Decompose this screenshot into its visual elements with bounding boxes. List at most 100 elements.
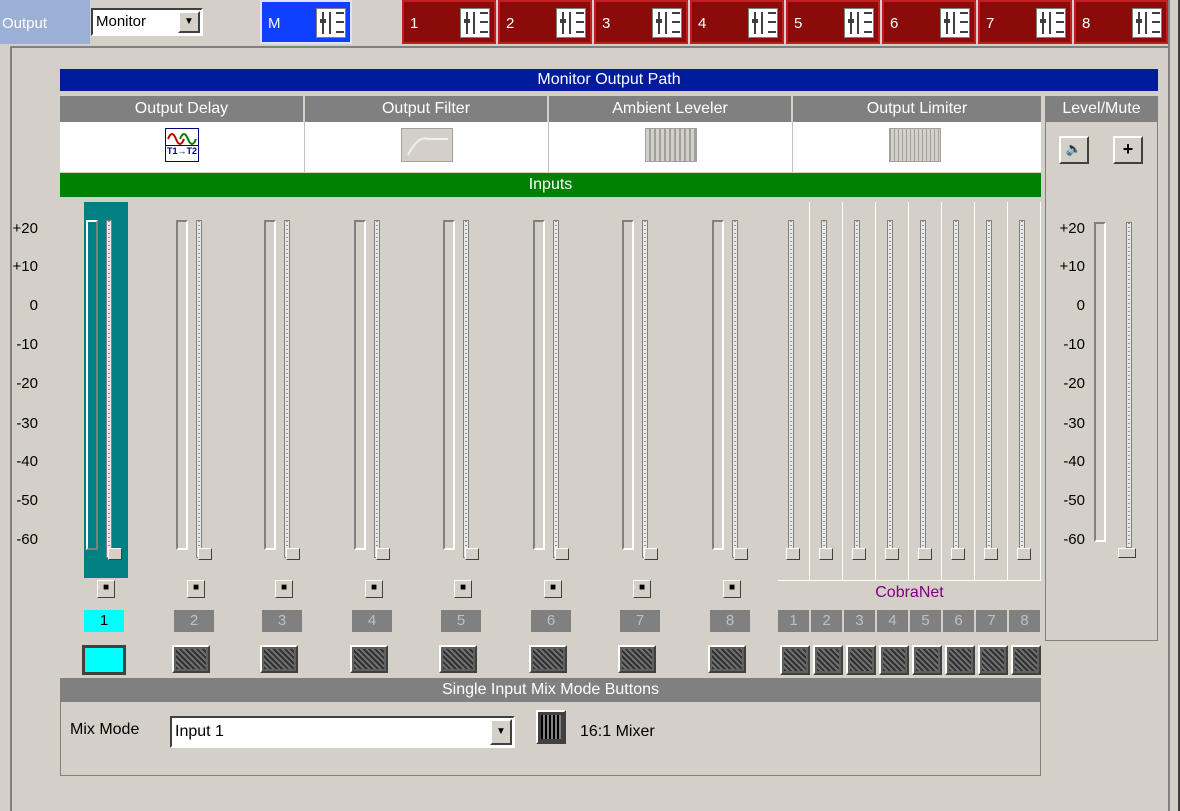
output-select[interactable]: Monitor ▼ — [91, 8, 203, 36]
speaker-icon[interactable]: 🔈 — [1059, 136, 1089, 164]
fader-knob[interactable] — [819, 548, 833, 560]
channel-number[interactable]: 7 — [620, 610, 660, 632]
channel-number[interactable]: 8 — [710, 610, 750, 632]
fader-slot[interactable] — [854, 220, 860, 558]
tab-output-2[interactable]: 2 — [498, 0, 592, 44]
fader-slot[interactable] — [887, 220, 893, 558]
fader-knob[interactable] — [984, 548, 998, 560]
chevron-down-icon[interactable]: ▼ — [178, 11, 200, 33]
fader-knob[interactable] — [108, 548, 122, 560]
channel-button[interactable]: ■ — [187, 580, 205, 598]
leveler-icon[interactable] — [645, 128, 697, 162]
channel-button[interactable]: ■ — [454, 580, 472, 598]
cobranet-channel-number[interactable]: 8 — [1009, 610, 1040, 632]
tab-output-8[interactable]: 8 — [1074, 0, 1168, 44]
channel-number[interactable]: 3 — [262, 610, 302, 632]
channel-button[interactable]: ■ — [544, 580, 562, 598]
channel-number[interactable]: 5 — [441, 610, 481, 632]
fader-knob[interactable] — [644, 548, 658, 560]
cobranet-channel-number[interactable]: 4 — [877, 610, 908, 632]
fader-knob[interactable] — [918, 548, 932, 560]
master-fader[interactable] — [1092, 218, 1136, 568]
fader-slot[interactable] — [821, 220, 827, 558]
stage-output-limiter[interactable]: Output Limiter — [793, 96, 1041, 122]
fader-knob[interactable] — [376, 548, 390, 560]
cobranet-mix-button[interactable] — [879, 645, 909, 675]
tab-monitor[interactable]: M — [260, 0, 352, 44]
fader-knob[interactable] — [734, 548, 748, 560]
channel-button[interactable]: ■ — [275, 580, 293, 598]
cobranet-channel-number[interactable]: 1 — [778, 610, 809, 632]
channel-number[interactable]: 4 — [352, 610, 392, 632]
channel-number[interactable]: 1 — [84, 610, 124, 632]
chevron-down-icon[interactable]: ▼ — [490, 719, 512, 745]
stage-output-filter[interactable]: Output Filter — [305, 96, 549, 122]
cobranet-mix-button[interactable] — [1011, 645, 1041, 675]
fader-slot[interactable] — [732, 220, 738, 558]
fader-knob[interactable] — [465, 548, 479, 560]
single-input-mix-button[interactable] — [618, 645, 656, 673]
channel-button[interactable]: ■ — [723, 580, 741, 598]
fader-slot[interactable] — [1019, 220, 1025, 558]
filter-curve-icon[interactable] — [401, 128, 453, 162]
mix-mode-select[interactable]: Input 1 ▼ — [170, 716, 515, 748]
tab-output-3[interactable]: 3 — [594, 0, 688, 44]
channel-button[interactable]: ■ — [365, 580, 383, 598]
channel-number[interactable]: 6 — [531, 610, 571, 632]
fader-slot[interactable] — [553, 220, 559, 558]
mixer-mode-button[interactable] — [536, 710, 566, 744]
single-input-mix-button[interactable] — [708, 645, 746, 673]
fader-slot[interactable] — [196, 220, 202, 558]
single-input-mix-button[interactable] — [260, 645, 298, 673]
fader-knob[interactable] — [198, 548, 212, 560]
cobranet-label: CobraNet — [778, 580, 1041, 604]
cobranet-mix-button[interactable] — [912, 645, 942, 675]
fader-knob[interactable] — [885, 548, 899, 560]
cobranet-channel-number[interactable]: 2 — [811, 610, 842, 632]
fader-knob[interactable] — [1017, 548, 1031, 560]
fader-slot[interactable] — [106, 220, 112, 558]
cobranet-channel-number[interactable]: 5 — [910, 610, 941, 632]
fader-slot[interactable] — [642, 220, 648, 558]
tab-output-5[interactable]: 5 — [786, 0, 880, 44]
fader-slot[interactable] — [463, 220, 469, 558]
fader-knob[interactable] — [951, 548, 965, 560]
cobranet-channel-number[interactable]: 3 — [844, 610, 875, 632]
tab-output-7[interactable]: 7 — [978, 0, 1072, 44]
channel-number[interactable]: 2 — [174, 610, 214, 632]
cobranet-mix-button[interactable] — [945, 645, 975, 675]
single-input-mix-button[interactable] — [439, 645, 477, 673]
channel-button[interactable]: ■ — [633, 580, 651, 598]
stage-ambient-leveler[interactable]: Ambient Leveler — [549, 96, 793, 122]
cobranet-channel-number[interactable]: 7 — [976, 610, 1007, 632]
single-input-mix-button[interactable] — [172, 645, 210, 673]
fader-slot[interactable] — [953, 220, 959, 558]
stage-output-delay[interactable]: Output Delay — [60, 96, 305, 122]
channel-button[interactable]: ■ — [97, 580, 115, 598]
fader-slot[interactable] — [374, 220, 380, 558]
cobranet-channel-number[interactable]: 6 — [943, 610, 974, 632]
tab-output-1[interactable]: 1 — [402, 0, 496, 44]
fader-slot[interactable] — [986, 220, 992, 558]
scrollbar-right[interactable] — [1168, 0, 1180, 811]
cobranet-mix-button[interactable] — [846, 645, 876, 675]
fader-knob[interactable] — [555, 548, 569, 560]
fader-knob[interactable] — [852, 548, 866, 560]
delay-icon[interactable]: T1→T2 — [165, 128, 199, 162]
fader-slot[interactable] — [788, 220, 794, 558]
single-input-mix-button[interactable] — [82, 645, 126, 675]
fader-slot[interactable] — [284, 220, 290, 558]
plus-icon[interactable]: + — [1113, 136, 1143, 164]
cobranet-mix-button[interactable] — [780, 645, 810, 675]
single-input-mix-button[interactable] — [350, 645, 388, 673]
fader-slot[interactable] — [920, 220, 926, 558]
cobranet-mix-button[interactable] — [813, 645, 843, 675]
master-fader-knob[interactable] — [1118, 548, 1136, 558]
tab-output-4[interactable]: 4 — [690, 0, 784, 44]
limiter-icon[interactable] — [889, 128, 941, 162]
fader-knob[interactable] — [286, 548, 300, 560]
fader-knob[interactable] — [786, 548, 800, 560]
cobranet-mix-button[interactable] — [978, 645, 1008, 675]
tab-output-6[interactable]: 6 — [882, 0, 976, 44]
single-input-mix-button[interactable] — [529, 645, 567, 673]
